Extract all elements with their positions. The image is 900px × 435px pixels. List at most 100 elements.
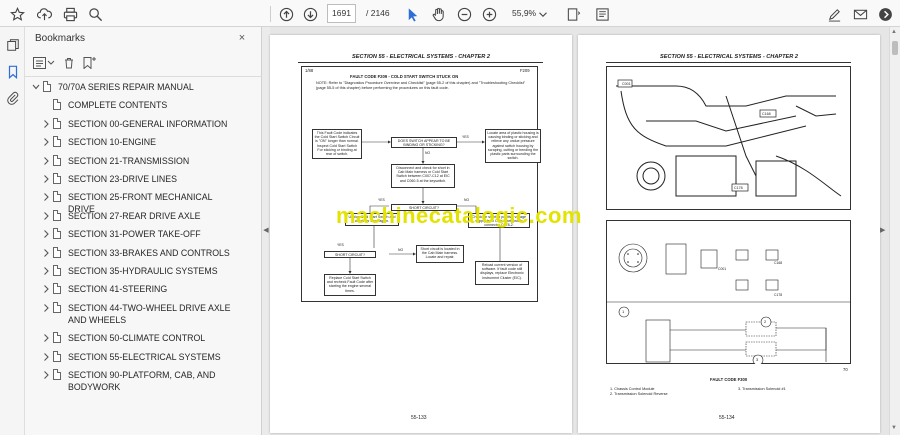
flow-yes-1: YES xyxy=(462,135,469,139)
chevron-right-icon[interactable] xyxy=(42,248,50,258)
new-bookmark-icon[interactable] xyxy=(82,55,108,71)
flow-question-1: DOES SWITCH APPEAR TO BE BINDING OR STIC… xyxy=(391,137,457,148)
scrollbar-thumb[interactable] xyxy=(892,41,898,55)
panel-divider xyxy=(25,76,262,77)
close-icon[interactable]: × xyxy=(235,31,249,45)
bookmark-label: SECTION 35-HYDRAULIC SYSTEMS xyxy=(68,266,218,276)
bookmark-item[interactable]: SECTION 27-REAR DRIVE AXLE xyxy=(25,209,262,222)
connector-diagram xyxy=(606,243,851,364)
bookmark-item[interactable]: SECTION 33-BRAKES AND CONTROLS xyxy=(25,246,262,259)
flow-no-3: NO xyxy=(398,248,404,252)
bookmark-item[interactable]: SECTION 44-TWO-WHEEL DRIVE AXLE AND WHEE… xyxy=(25,301,262,326)
bookmarks-panel: Bookmarks × 70/70A SERIES REPAIR MANUAL C… xyxy=(25,27,262,435)
harness-illustration xyxy=(616,79,842,197)
bookmark-icon[interactable] xyxy=(4,63,21,80)
zoom-in-icon[interactable] xyxy=(478,3,500,25)
bookmark-item[interactable]: SECTION 31-POWER TAKE-OFF xyxy=(25,228,262,240)
zoom-dropdown-icon[interactable] xyxy=(536,3,550,25)
star-icon[interactable] xyxy=(6,3,28,25)
connector-label-c001-pin: C001 xyxy=(718,267,727,271)
page-header: SECTION 55 - ELECTRICAL SYSTEMS - CHAPTE… xyxy=(660,54,798,60)
chevron-right-icon[interactable] xyxy=(42,156,50,166)
connector-label-c178-pin: C178 xyxy=(774,293,783,297)
connector-label-c001: C001 xyxy=(622,82,631,86)
fit-page-icon[interactable] xyxy=(562,3,584,25)
chevron-right-icon[interactable] xyxy=(42,229,50,239)
bookmark-item[interactable]: SECTION 90-PLATFORM, CAB, AND BODYWORK xyxy=(25,369,262,393)
flow-yes-3: YES xyxy=(337,243,344,247)
sign-icon[interactable] xyxy=(823,3,845,25)
chevron-right-icon[interactable] xyxy=(42,333,50,343)
bookmark-item[interactable]: SECTION 10-ENGINE xyxy=(25,136,262,148)
bookmark-label: SECTION 10-ENGINE xyxy=(68,137,156,148)
bookmark-item[interactable]: SECTION 35-HYDRAULIC SYSTEMS xyxy=(25,265,262,277)
callout-3: 3 xyxy=(756,357,759,362)
account-icon[interactable] xyxy=(874,3,896,25)
chevron-right-icon[interactable] xyxy=(42,284,50,294)
text-select-icon[interactable] xyxy=(591,3,613,25)
bookmark-label: 70/70A SERIES REPAIR MANUAL xyxy=(58,82,194,92)
connector-label-c178: C178 xyxy=(734,186,743,190)
callout-2: 2 xyxy=(764,319,767,324)
hand-icon[interactable] xyxy=(427,3,449,25)
bookmark-item[interactable]: SECTION 55-ELECTRICAL SYSTEMS xyxy=(25,350,262,363)
figure-title: FAULT CODE F300 xyxy=(710,377,748,382)
bookmark-options-icon[interactable] xyxy=(33,55,59,71)
bookmark-item[interactable]: COMPLETE CONTENTS xyxy=(25,99,262,111)
scroll-down-icon[interactable]: ▼ xyxy=(891,425,897,431)
chevron-right-icon[interactable] xyxy=(42,352,50,362)
bookmark-label: SECTION 50-CLIMATE CONTROL xyxy=(68,333,206,344)
page-number-input[interactable]: 1691 xyxy=(327,4,356,23)
bookmark-label: SECTION 31-POWER TAKE-OFF xyxy=(68,229,201,240)
chevron-right-icon[interactable] xyxy=(42,137,50,147)
figure-number: 70 xyxy=(843,367,848,372)
chevron-right-icon[interactable] xyxy=(42,119,50,129)
zoom-magnifier-icon[interactable] xyxy=(84,3,106,25)
chevron-right-icon[interactable] xyxy=(42,370,50,380)
page-icon xyxy=(53,99,61,111)
print-icon[interactable] xyxy=(59,3,81,25)
vertical-scrollbar[interactable] xyxy=(889,27,900,435)
attachment-icon[interactable] xyxy=(4,89,21,106)
bookmark-item[interactable]: SECTION 41-STEERING xyxy=(25,283,262,295)
chevron-right-icon[interactable] xyxy=(42,192,50,202)
flow-replace-box: Replace Cold Start Switch and recheck Fa… xyxy=(324,274,376,296)
page-up-icon[interactable] xyxy=(275,3,297,25)
page-icon xyxy=(53,283,61,295)
collapse-panel-icon[interactable]: ◀ xyxy=(262,226,270,236)
select-arrow-icon[interactable] xyxy=(401,3,423,25)
main-toolbar: 1691 / 2146 55,9% xyxy=(0,0,900,27)
page-down-icon[interactable] xyxy=(299,3,321,25)
toolbar-divider xyxy=(270,6,271,22)
chevron-right-icon[interactable] xyxy=(42,211,50,221)
flow-fix-housing-box: Locate area of plastic housing is causin… xyxy=(485,129,541,163)
bookmark-label: SECTION 23-DRIVE LINES xyxy=(68,174,178,184)
page-thumbnails-icon[interactable] xyxy=(4,36,21,53)
bookmark-item[interactable]: SECTION 25-FRONT MECHANICAL DRIVE xyxy=(25,191,262,214)
zoom-out-icon[interactable] xyxy=(453,3,475,25)
scroll-up-icon[interactable]: ▲ xyxy=(891,29,897,35)
chevron-down-icon[interactable] xyxy=(32,82,40,92)
bookmark-label: COMPLETE CONTENTS xyxy=(68,100,168,111)
upload-icon[interactable] xyxy=(33,3,55,25)
bookmark-item[interactable]: SECTION 50-CLIMATE CONTROL xyxy=(25,332,262,344)
bookmark-root[interactable]: 70/70A SERIES REPAIR MANUAL xyxy=(25,81,262,93)
legend-item-3: 3. Transmission Solenoid #1 xyxy=(738,387,786,391)
bookmark-item[interactable]: SECTION 21-TRANSMISSION xyxy=(25,154,262,167)
bookmark-item[interactable]: SECTION 23-DRIVE LINES xyxy=(25,173,262,185)
chevron-right-icon[interactable] xyxy=(42,266,50,276)
bookmark-label: SECTION 27-REAR DRIVE AXLE xyxy=(68,210,201,221)
page-number: 55-134 xyxy=(719,415,735,421)
chevron-right-icon[interactable] xyxy=(42,174,50,184)
page-icon xyxy=(43,81,51,92)
flow-short-located-box: Short circuit is located in the Cab Main… xyxy=(416,245,464,263)
flow-question-3: SHORT CIRCUIT? xyxy=(324,251,376,258)
zoom-level-field[interactable]: 55,9% xyxy=(512,8,536,18)
mail-icon[interactable] xyxy=(849,3,871,25)
chevron-right-icon[interactable] xyxy=(42,303,50,313)
page-icon xyxy=(53,209,61,221)
bookmark-label: SECTION 21-TRANSMISSION xyxy=(68,155,190,166)
page-right: SECTION 55 - ELECTRICAL SYSTEMS - CHAPTE… xyxy=(578,35,880,433)
bookmark-item[interactable]: SECTION 00-GENERAL INFORMATION xyxy=(25,117,262,130)
next-page-arrow-icon[interactable]: ▶ xyxy=(880,226,888,236)
